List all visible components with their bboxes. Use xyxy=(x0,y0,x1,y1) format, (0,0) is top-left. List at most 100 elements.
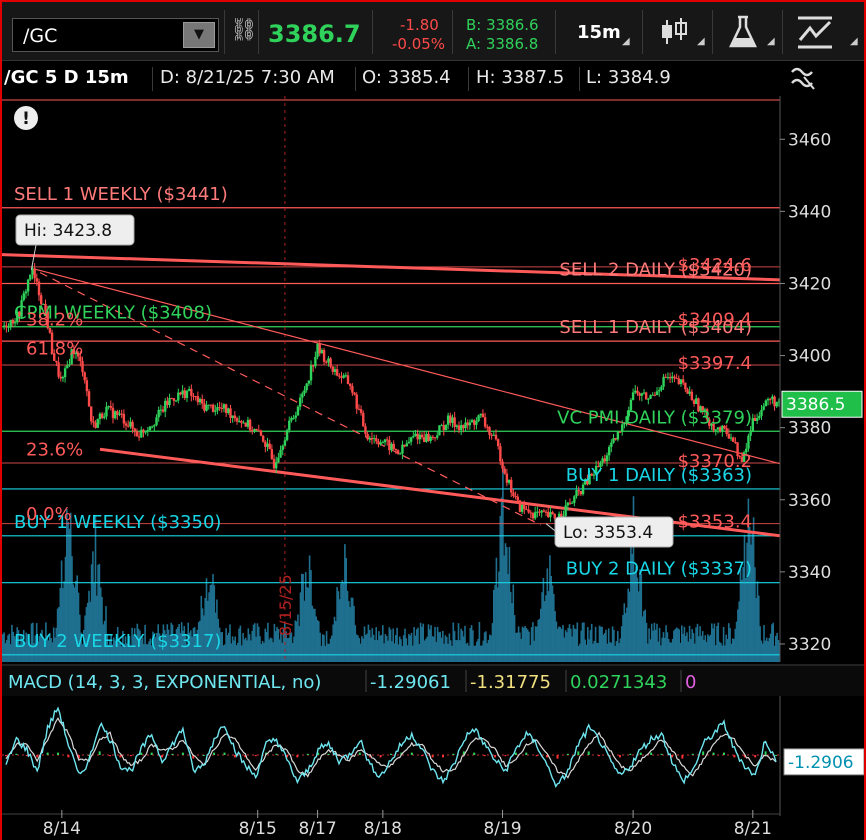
candle-body xyxy=(568,502,572,504)
symbol-selector[interactable]: /GC ▼ xyxy=(12,18,219,52)
chevron-down-icon[interactable]: ▼ xyxy=(183,22,215,48)
divider xyxy=(642,10,643,54)
macd-histogram-bar xyxy=(598,755,601,757)
candle-body xyxy=(405,443,408,447)
candle-body xyxy=(649,395,652,399)
candle-body xyxy=(164,400,167,412)
macd-histogram-bar xyxy=(504,755,507,757)
candle-body xyxy=(185,390,189,398)
level-label: SELL 1 WEEKLY ($3441) xyxy=(14,184,228,205)
fib-label: $3370.2 xyxy=(678,451,752,472)
macd-histogram-bar xyxy=(681,755,684,759)
divider xyxy=(579,67,580,91)
candle-body xyxy=(370,438,374,440)
macd-histogram-bar xyxy=(25,755,28,757)
flask-icon[interactable] xyxy=(726,14,760,50)
bar-high: H: 3387.5 xyxy=(476,67,565,88)
candle-body xyxy=(468,422,472,426)
macd-histogram-bar xyxy=(483,755,486,757)
candle-body xyxy=(368,438,371,440)
macd-histogram-bar xyxy=(577,751,580,755)
fib-percent-label: 23.6% xyxy=(26,439,83,460)
macd-histogram-bar xyxy=(379,755,382,758)
volume-bar xyxy=(650,623,653,662)
candle-body xyxy=(35,278,39,282)
candle-body xyxy=(749,430,752,436)
macd-histogram-bar xyxy=(754,755,757,758)
candle-body xyxy=(140,429,143,438)
candle-body xyxy=(457,425,461,430)
candle-body xyxy=(355,394,358,409)
candle-body xyxy=(385,439,389,441)
high-callout-label: Hi: 3423.8 xyxy=(24,221,112,241)
divider xyxy=(224,10,225,54)
candle-body xyxy=(612,438,615,443)
candle-body xyxy=(655,391,659,395)
macd-histogram-bar xyxy=(5,755,7,757)
macd-histogram-bar xyxy=(233,755,236,758)
candle-body xyxy=(196,396,200,403)
drawing-tools-icon[interactable] xyxy=(796,14,836,50)
candle-body xyxy=(644,392,648,400)
candle-body xyxy=(222,404,226,409)
candle-body xyxy=(573,496,576,503)
timeframe-selector[interactable]: 15m xyxy=(577,22,621,43)
y-axis-tick-label: 3320 xyxy=(788,635,831,655)
net-change-percent: -0.05% xyxy=(392,35,446,53)
candle-body xyxy=(92,421,95,423)
fib-label: $3353.4 xyxy=(678,512,752,533)
candle-body xyxy=(686,389,689,394)
candle-body xyxy=(729,437,733,439)
candle-body xyxy=(664,376,667,378)
candle-body xyxy=(187,388,191,391)
candle-body xyxy=(442,425,445,431)
candle-body xyxy=(520,504,524,512)
candle-body xyxy=(9,319,12,327)
candle-body xyxy=(451,417,454,423)
alert-icon[interactable]: ! xyxy=(14,106,38,130)
symbol-input[interactable]: /GC xyxy=(23,25,57,47)
bar-low: L: 3384.9 xyxy=(586,67,671,88)
net-change-value: -1.80 xyxy=(400,16,439,34)
candlestick-style-icon[interactable] xyxy=(657,16,691,48)
style-toggle-icon[interactable] xyxy=(788,63,820,93)
candle-body xyxy=(5,325,8,328)
link-icon[interactable]: ⛓ xyxy=(230,18,258,43)
x-axis-tick-label: 8/14 xyxy=(43,819,81,839)
candle-body xyxy=(235,418,239,422)
candle-body xyxy=(338,375,341,377)
fib-label: $3397.4 xyxy=(678,353,752,374)
candle-body xyxy=(229,408,232,418)
volume-bar xyxy=(490,635,492,662)
date-marker-label: 8/15/25 xyxy=(276,574,295,636)
candle-body xyxy=(303,390,306,394)
candle-body xyxy=(29,274,32,280)
candle-body xyxy=(758,415,761,419)
candle-body xyxy=(137,436,141,438)
svg-text:!: ! xyxy=(22,109,30,129)
candle-body xyxy=(24,291,28,294)
candle-body xyxy=(496,439,500,447)
candle-body xyxy=(122,413,126,424)
volume-bar xyxy=(263,642,265,662)
volume-bar xyxy=(605,629,607,662)
candle-body xyxy=(344,375,348,377)
volume-bar xyxy=(468,645,470,662)
macd-histogram-bar xyxy=(254,755,257,757)
candle-body xyxy=(209,404,213,406)
divider xyxy=(152,67,153,91)
candle-body xyxy=(473,420,476,425)
candle-body xyxy=(116,411,119,415)
candle-body xyxy=(201,398,204,404)
candle-body xyxy=(85,380,89,392)
macd-histogram-bar xyxy=(494,755,497,758)
candle-body xyxy=(170,398,173,400)
macd-histogram-bar xyxy=(57,752,60,755)
candle-body xyxy=(773,396,776,407)
candle-body xyxy=(246,419,250,427)
candle-body xyxy=(581,484,585,495)
candle-body xyxy=(218,407,221,409)
volume-bar xyxy=(536,626,538,662)
candle-body xyxy=(429,436,432,441)
price-chart[interactable]: SELL 1 WEEKLY ($3441)SELL 2 DAILY ($3420… xyxy=(2,96,864,840)
